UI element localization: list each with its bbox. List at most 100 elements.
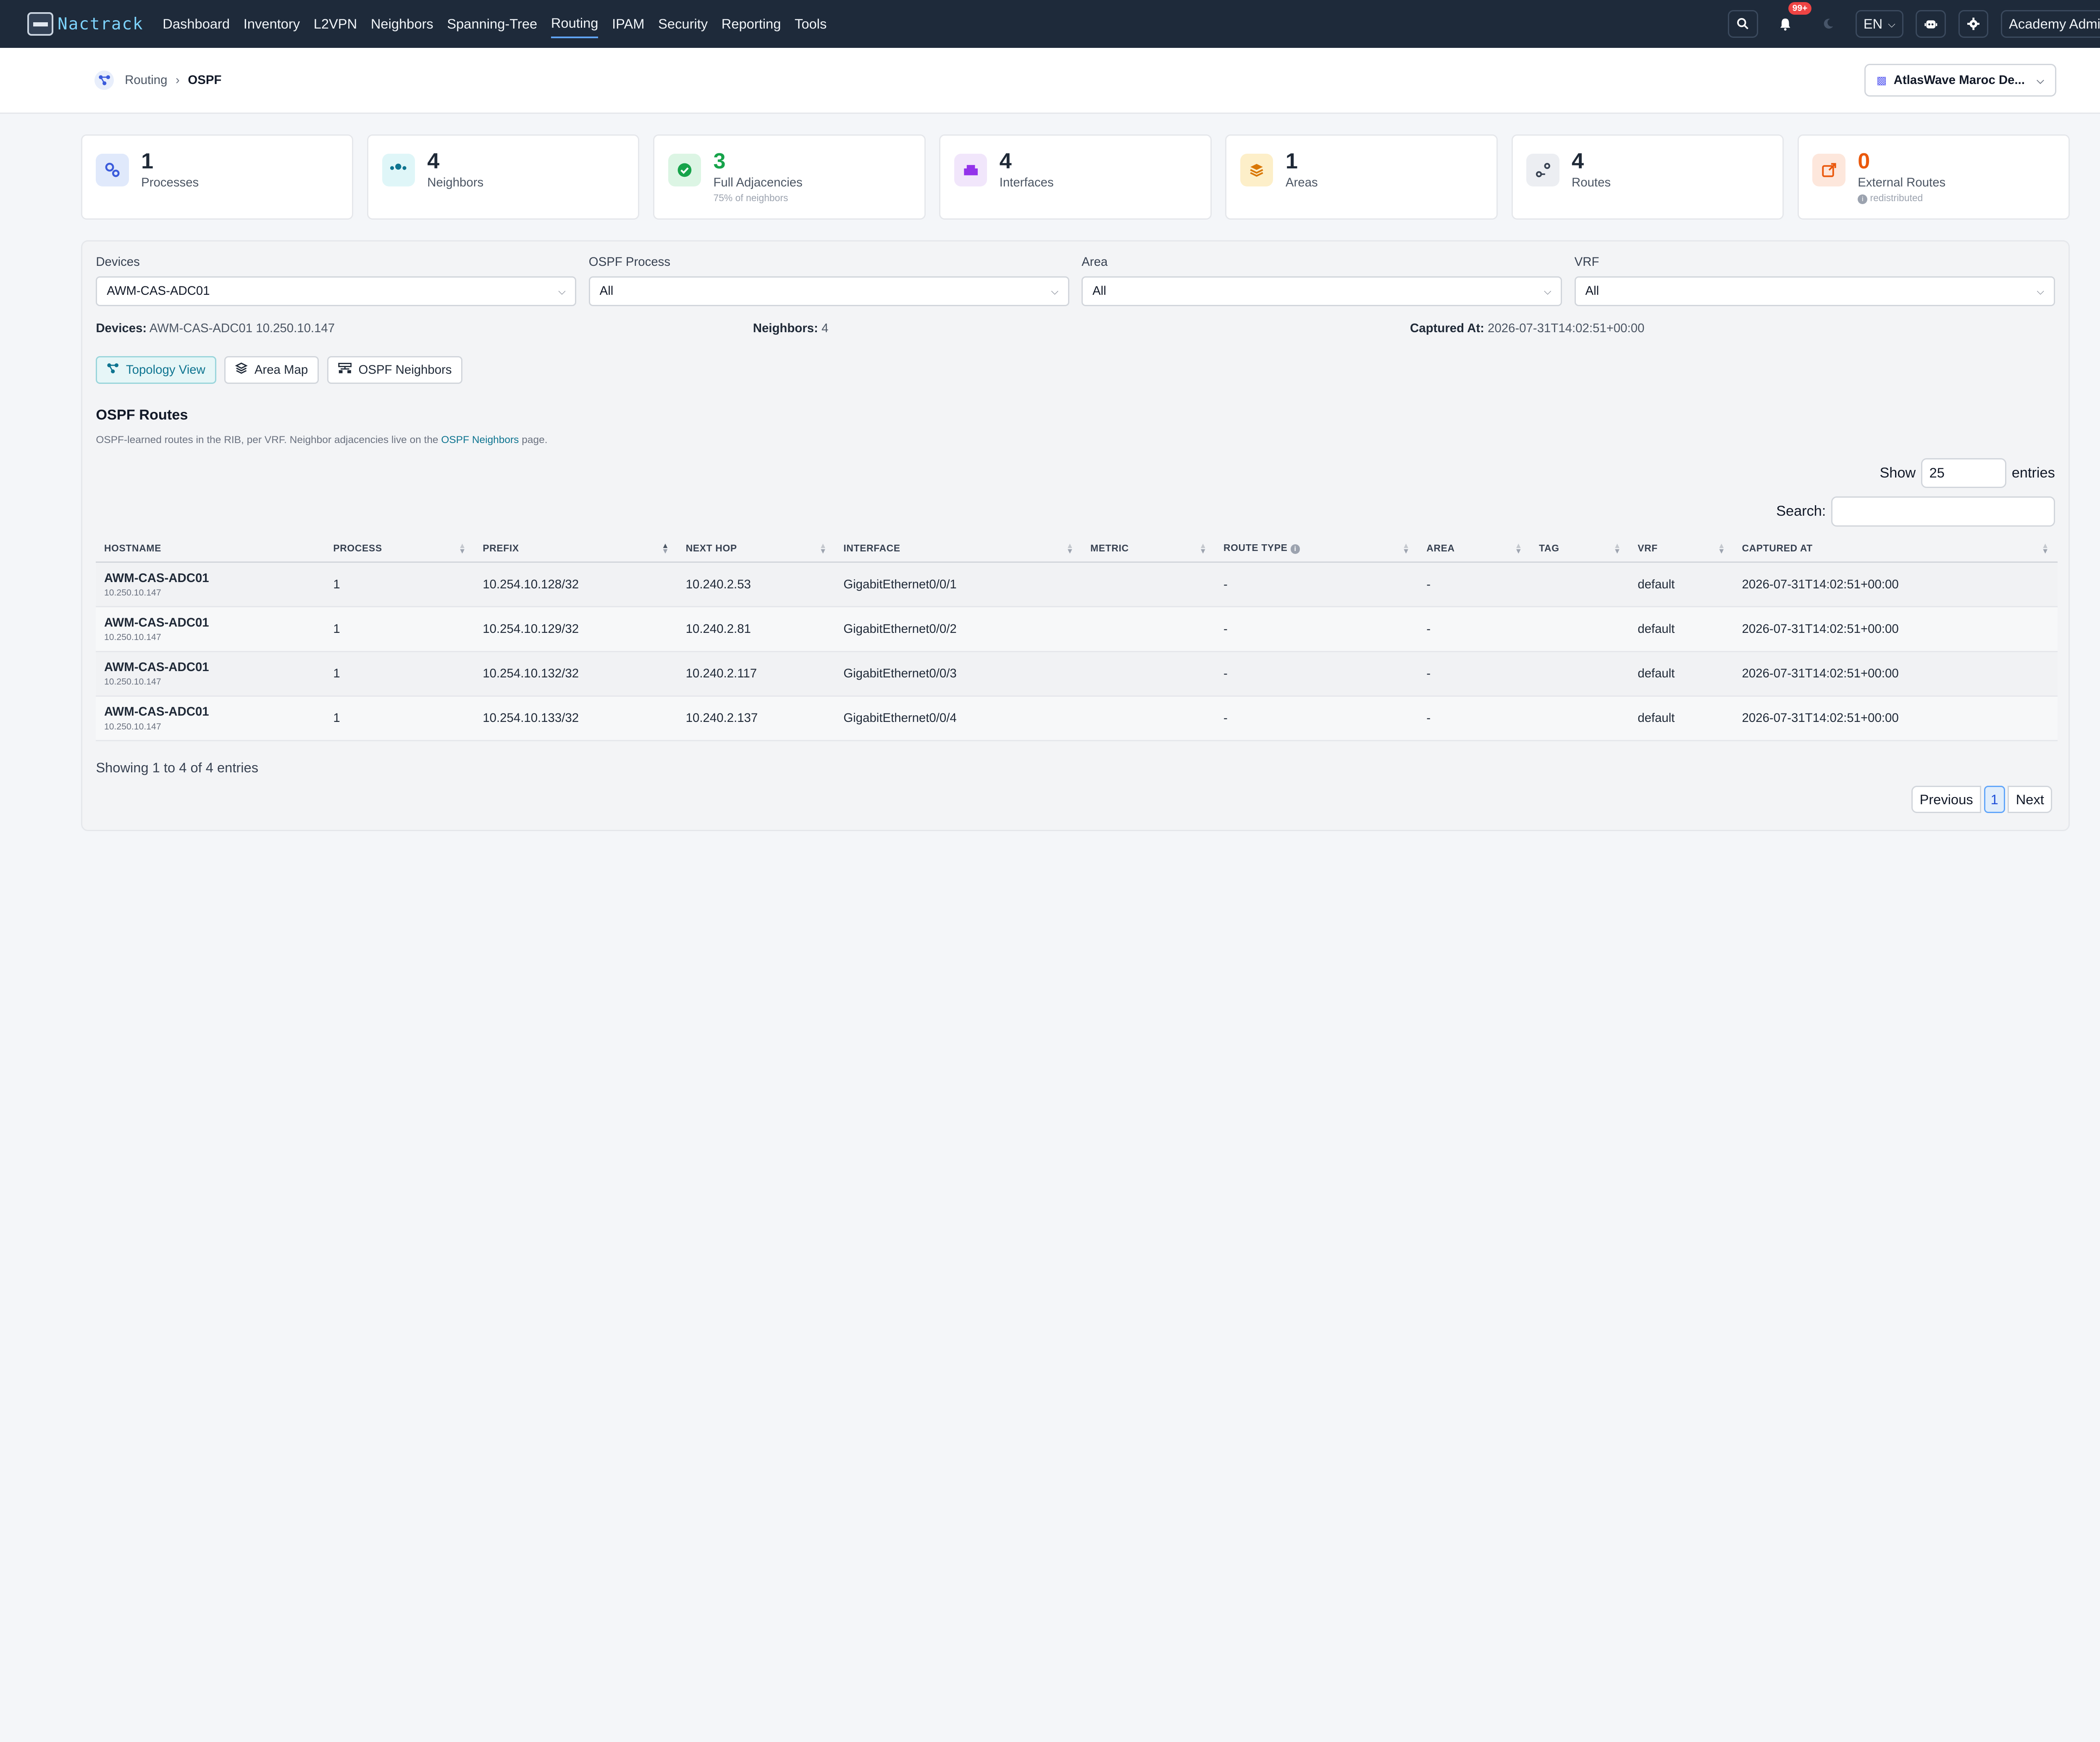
column-header-interface[interactable]: INTERFACE ▲ ▼ bbox=[835, 535, 1082, 563]
column-header-prefix[interactable]: PREFIX ▲ ▼ bbox=[474, 535, 678, 563]
nav-tools[interactable]: Tools bbox=[795, 10, 827, 37]
search-label: Search: bbox=[1776, 503, 1826, 519]
stat-value: 3 bbox=[713, 149, 726, 174]
notifications-button[interactable]: 99+ bbox=[1770, 2, 1812, 38]
cell-hostname: AWM-CAS-ADC01 10.250.10.147 bbox=[96, 696, 325, 741]
page-size-input[interactable]: 25 bbox=[1921, 458, 2006, 488]
chevron-down-icon: ⌵ bbox=[1051, 285, 1058, 296]
topology-view-button[interactable]: Topology View bbox=[96, 356, 216, 384]
ospf-process-select[interactable]: All ⌵ bbox=[588, 276, 1069, 307]
settings-button[interactable] bbox=[1958, 10, 1989, 38]
stat-card-routes: 4 Routes bbox=[1511, 134, 1784, 220]
cell-route-type: - bbox=[1215, 562, 1418, 608]
cell-area: - bbox=[1418, 651, 1531, 697]
stat-label: Routes bbox=[1572, 175, 1611, 189]
show-label: Show bbox=[1880, 464, 1916, 481]
theme-toggle-button[interactable] bbox=[1813, 10, 1843, 38]
section-title: OSPF Routes bbox=[96, 407, 188, 423]
column-header-metric[interactable]: METRIC ▲ ▼ bbox=[1082, 535, 1215, 563]
cell-metric bbox=[1082, 606, 1215, 652]
vrf-select[interactable]: All ⌵ bbox=[1574, 276, 2055, 307]
column-header-captured-at[interactable]: CAPTURED AT ▲ ▼ bbox=[1733, 535, 2058, 563]
breadcrumb-parent[interactable]: Routing bbox=[125, 73, 167, 87]
info-icon: i bbox=[1290, 544, 1300, 554]
stat-value: 1 bbox=[141, 149, 154, 174]
column-header-next-hop[interactable]: NEXT HOP ▲ ▼ bbox=[677, 535, 835, 563]
table-info: Showing 1 to 4 of 4 entries bbox=[96, 760, 259, 776]
assistant-button[interactable] bbox=[1916, 10, 1946, 38]
hostname: AWM-CAS-ADC01 bbox=[104, 705, 209, 719]
devices-select-value: AWM-CAS-ADC01 bbox=[107, 284, 210, 298]
navbar-right: 99+ EN ⌵ Academy Admin ⌵ bbox=[1715, 2, 2100, 38]
nav-security[interactable]: Security bbox=[658, 10, 708, 37]
stat-label: Interfaces bbox=[999, 175, 1054, 189]
filter-label: VRF bbox=[1574, 255, 1599, 269]
area-select[interactable]: All ⌵ bbox=[1082, 276, 1562, 307]
cell-metric bbox=[1082, 696, 1215, 741]
cell-captured-at: 2026-07-31T14:02:51+00:00 bbox=[1733, 562, 2058, 608]
nav-routing[interactable]: Routing bbox=[551, 10, 598, 39]
nav-neighbors[interactable]: Neighbors bbox=[371, 10, 433, 37]
breadcrumb-bar: Routing › OSPF ▩ AtlasWave Maroc De... ⌵ bbox=[0, 48, 2100, 114]
brand[interactable]: Nactrack bbox=[27, 12, 143, 36]
stat-card-processes: 1 Processes bbox=[81, 134, 354, 220]
language-dropdown[interactable]: EN ⌵ bbox=[1855, 10, 1903, 38]
bell-icon bbox=[1780, 18, 1790, 31]
previous-page-button[interactable]: Previous bbox=[1911, 786, 1982, 813]
column-header-vrf[interactable]: VRF ▲ ▼ bbox=[1629, 535, 1734, 563]
column-header-label: INTERFACE bbox=[843, 542, 900, 554]
cell-interface: GigabitEthernet0/0/1 bbox=[835, 562, 1082, 608]
table-row: AWM-CAS-ADC01 10.250.10.147 1 10.254.10.128… bbox=[96, 562, 2058, 608]
nav-spanning-tree[interactable]: Spanning-Tree bbox=[447, 10, 537, 37]
stat-label: External Routes bbox=[1858, 175, 1946, 189]
cell-next-hop: 10.240.2.53 bbox=[677, 562, 835, 608]
nav-l2vpn[interactable]: L2VPN bbox=[314, 10, 357, 37]
host-ip: 10.250.10.147 bbox=[104, 721, 161, 732]
column-header-route-type[interactable]: ROUTE TYPE i ▲ ▼ bbox=[1215, 535, 1418, 563]
cell-route-type: - bbox=[1215, 651, 1418, 697]
user-menu-button[interactable]: Academy Admin ⌵ bbox=[2000, 10, 2100, 38]
column-header-label: NEXT HOP bbox=[685, 542, 737, 554]
tenant-value: AtlasWave Maroc De... bbox=[1893, 73, 2025, 87]
nav-dashboard[interactable]: Dashboard bbox=[163, 10, 230, 37]
filter-devices: Devices AWM-CAS-ADC01 ⌵ bbox=[96, 255, 577, 307]
stat-subtext-value: 75% of neighbors bbox=[713, 192, 788, 204]
tenant-select[interactable]: ▩ AtlasWave Maroc De... ⌵ bbox=[1864, 63, 2056, 97]
section-desc-suffix: page. bbox=[519, 434, 548, 446]
stat-text: 0 External Routes i redistributed bbox=[1858, 150, 1946, 205]
column-header-tag[interactable]: TAG ▲ ▼ bbox=[1530, 535, 1630, 563]
ospf-neighbors-link[interactable]: OSPF Neighbors bbox=[441, 434, 519, 446]
hostname: AWM-CAS-ADC01 bbox=[104, 571, 209, 585]
nav-ipam[interactable]: IPAM bbox=[612, 10, 644, 37]
column-header-label: AREA bbox=[1426, 542, 1455, 554]
column-header-process[interactable]: PROCESS ▲ ▼ bbox=[325, 535, 475, 563]
page-size-control: Show 25 entries bbox=[1880, 458, 2055, 488]
captured-info: Captured At: 2026-07-31T14:02:51+00:00 bbox=[1410, 321, 1644, 336]
table-row: AWM-CAS-ADC01 10.250.10.147 1 10.254.10.133… bbox=[96, 696, 2058, 741]
summary-info: Devices: AWM-CAS-ADC01 10.250.10.147 Nei… bbox=[96, 321, 2055, 336]
layers-icon bbox=[235, 362, 248, 378]
search-input[interactable] bbox=[1831, 496, 2055, 527]
cell-hostname: AWM-CAS-ADC01 10.250.10.147 bbox=[96, 651, 325, 697]
filter-label: OSPF Process bbox=[588, 255, 671, 269]
top-navbar: Nactrack Dashboard Inventory L2VPN Neigh… bbox=[0, 0, 2100, 48]
stat-value: 4 bbox=[1572, 149, 1584, 174]
ospf-neighbors-button[interactable]: OSPF Neighbors bbox=[327, 356, 463, 384]
next-page-button[interactable]: Next bbox=[2008, 786, 2053, 813]
page-1-button[interactable]: 1 bbox=[1984, 786, 2005, 813]
column-header-hostname[interactable]: HOSTNAME bbox=[96, 535, 325, 563]
filter-ospf-process: OSPF Process All ⌵ bbox=[588, 255, 1069, 307]
hostname: AWM-CAS-ADC01 bbox=[104, 615, 209, 630]
column-header-label: METRIC bbox=[1090, 542, 1129, 554]
sort-icon: ▲ ▼ bbox=[662, 541, 669, 556]
cell-hostname: AWM-CAS-ADC01 10.250.10.147 bbox=[96, 562, 325, 608]
column-header-area[interactable]: AREA ▲ ▼ bbox=[1418, 535, 1531, 563]
cell-route-type: - bbox=[1215, 696, 1418, 741]
ospf-process-select-value: All bbox=[599, 284, 614, 298]
nav-reporting[interactable]: Reporting bbox=[722, 10, 781, 37]
nav-inventory[interactable]: Inventory bbox=[244, 10, 300, 37]
area-map-button[interactable]: Area Map bbox=[224, 356, 319, 384]
search-button[interactable] bbox=[1727, 10, 1758, 38]
devices-select[interactable]: AWM-CAS-ADC01 ⌵ bbox=[96, 276, 577, 307]
sort-icon: ▲ ▼ bbox=[1199, 541, 1207, 556]
